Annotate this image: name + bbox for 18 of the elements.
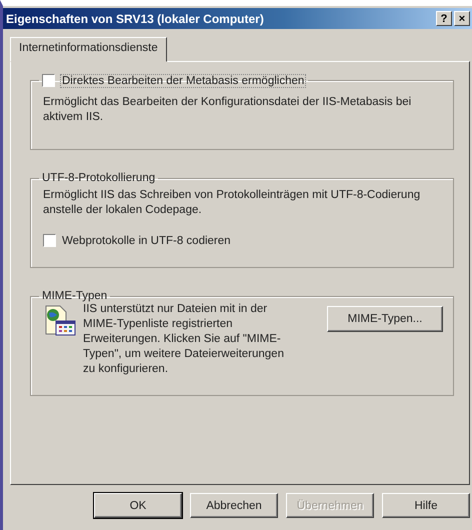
description-text: IIS unterstützt nur Dateien mit in der MIME-Typenliste registrierten Erweiterungen. Klicken Sie auf "MIME-Typen", um weitere Dateierweiterungen zu konfigurieren. [83, 302, 285, 377]
group-title: MIME-Typen [42, 290, 108, 302]
dialog-button[interactable]: OK [94, 493, 182, 518]
description-text: Ermöglicht das Bearbeiten der Konfigurationsdatei der IIS-Metabasis bei aktivem IIS. [43, 95, 412, 125]
tab[interactable]: Internetinformationsdienste [10, 37, 167, 62]
window-title: Eigenschaften von SRV13 (lokaler Computer) [6, 12, 264, 26]
checkbox-label[interactable]: Direktes Bearbeiten der Metabasis ermöglichen [61, 74, 306, 86]
checkbox-label[interactable]: Webprotokolle in UTF-8 codieren [62, 234, 231, 246]
checkbox[interactable] [43, 234, 56, 247]
dialog-button[interactable]: Hilfe [382, 493, 470, 518]
checkbox[interactable] [42, 74, 55, 87]
close-button[interactable]: × [454, 11, 470, 26]
group-title: UTF-8-Protokollierung [42, 172, 156, 184]
help-button[interactable]: ? [436, 11, 452, 26]
description-text: Ermöglicht IIS das Schreiben von Protokolleinträgen mit UTF-8-Codierung anstelle der lokalen Codepage. [43, 188, 422, 218]
mime-types-button[interactable]: MIME-Typen... [327, 306, 443, 332]
dialog-button[interactable]: Abbrechen [190, 493, 278, 518]
document-globe-icon [43, 304, 77, 338]
